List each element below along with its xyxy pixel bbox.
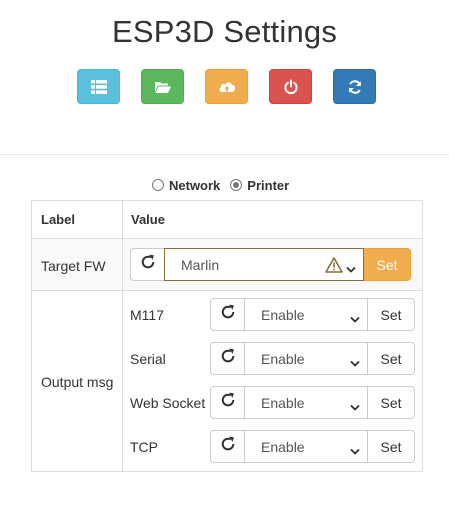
web-socket-value: Enable: [261, 394, 305, 411]
chevron-down-icon: [346, 261, 356, 277]
label-column-header: Label: [41, 212, 75, 227]
chevron-down-icon: [350, 311, 360, 327]
m117-refresh-button[interactable]: [210, 298, 244, 331]
tcp-set-button[interactable]: Set: [368, 430, 415, 463]
refresh-icon: [220, 436, 236, 457]
tcp-value: Enable: [261, 438, 305, 455]
refresh-icon: [220, 348, 236, 369]
m117-select[interactable]: Enable: [244, 298, 368, 331]
tcp-control: Enable Set: [210, 430, 415, 463]
divider: [0, 154, 449, 155]
page-title: ESP3D Settings: [111, 14, 338, 49]
printer-radio[interactable]: [230, 179, 243, 191]
toolbar: [0, 69, 449, 104]
chevron-down-icon: [350, 443, 360, 459]
m117-control: Enable Set: [210, 298, 415, 331]
warning-icon: [325, 257, 343, 276]
chevron-down-icon: [350, 355, 360, 371]
m117-value: Enable: [261, 306, 305, 323]
target-fw-set-button[interactable]: Set: [364, 248, 411, 281]
web-socket-set-button[interactable]: Set: [368, 386, 415, 419]
settings-table: Label Value Target FW Marlin Set Output …: [31, 200, 423, 472]
chevron-down-icon: [350, 399, 360, 415]
web-socket-control: Enable Set: [210, 386, 415, 419]
m117-set-button[interactable]: Set: [368, 298, 415, 331]
serial-refresh-button[interactable]: [210, 342, 244, 375]
folder-open-icon: [154, 80, 172, 94]
serial-label: Serial: [130, 351, 166, 367]
cloud-upload-button[interactable]: [205, 69, 248, 104]
refresh-icon: [220, 304, 236, 325]
power-icon: [283, 79, 299, 95]
tcp-refresh-button[interactable]: [210, 430, 244, 463]
refresh-icon: [347, 79, 363, 95]
refresh-icon: [220, 392, 236, 413]
web-socket-label: Web Socket: [130, 395, 206, 411]
refresh-button[interactable]: [333, 69, 376, 104]
mode-radio-group: Network Printer: [152, 177, 299, 193]
printer-radio-label[interactable]: Printer: [247, 178, 289, 193]
network-radio[interactable]: [152, 179, 164, 191]
network-radio-label[interactable]: Network: [169, 178, 220, 193]
web-socket-select[interactable]: Enable: [244, 386, 368, 419]
m117-label: M117: [130, 307, 164, 323]
serial-control: Enable Set: [210, 342, 415, 375]
serial-select[interactable]: Enable: [244, 342, 368, 375]
open-folder-button[interactable]: [141, 69, 184, 104]
refresh-icon: [140, 254, 156, 275]
list-button[interactable]: [77, 69, 120, 104]
target-fw-label: Target FW: [41, 258, 106, 274]
serial-value: Enable: [261, 350, 305, 367]
target-fw-select[interactable]: Marlin: [164, 248, 364, 281]
target-fw-control: Marlin Set: [130, 248, 411, 281]
cloud-upload-icon: [218, 80, 236, 94]
target-fw-refresh-button[interactable]: [130, 248, 164, 281]
list-icon: [90, 79, 107, 94]
web-socket-refresh-button[interactable]: [210, 386, 244, 419]
output-msg-label: Output msg: [41, 374, 114, 390]
tcp-select[interactable]: Enable: [244, 430, 368, 463]
power-button[interactable]: [269, 69, 312, 104]
target-fw-value: Marlin: [181, 256, 220, 273]
tcp-label: TCP: [130, 439, 158, 455]
value-column-header: Value: [131, 212, 165, 227]
serial-set-button[interactable]: Set: [368, 342, 415, 375]
